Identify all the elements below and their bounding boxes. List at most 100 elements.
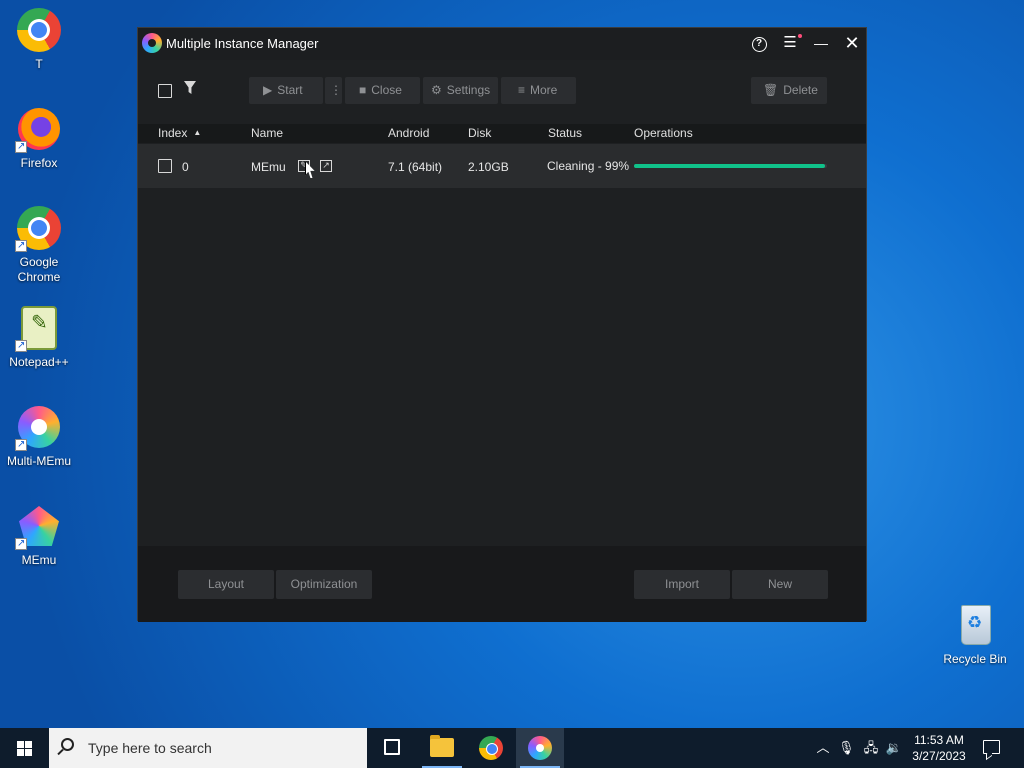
- window-title: Multiple Instance Manager: [166, 36, 319, 51]
- shortcut-arrow-icon: [15, 338, 27, 353]
- desktop-icon-t[interactable]: T: [1, 6, 77, 72]
- folder-icon: [430, 735, 454, 757]
- new-button[interactable]: New: [732, 570, 828, 599]
- row-index: 0: [182, 160, 189, 174]
- delete-label: Delete: [783, 83, 818, 97]
- menu-icon[interactable]: ☰: [776, 28, 804, 58]
- optimization-button[interactable]: Optimization: [276, 570, 372, 599]
- desktop-icon-label: Multi-MEmu: [6, 454, 71, 468]
- taskbar: Type here to search ︿ 🎙 🖧 🔉 11:53 AM 3/2…: [0, 728, 1024, 768]
- open-external-icon[interactable]: ↗: [320, 160, 332, 172]
- row-checkbox[interactable]: [158, 159, 172, 173]
- column-operations: Operations: [634, 126, 693, 140]
- memu-icon: [15, 502, 63, 551]
- stop-icon: ■: [359, 83, 367, 97]
- multi-memu-icon: [528, 736, 552, 760]
- shortcut-arrow-icon: [15, 437, 27, 452]
- taskbar-file-explorer[interactable]: [418, 728, 466, 768]
- multi-memu-icon: [15, 403, 63, 452]
- app-logo-icon: [142, 33, 162, 53]
- footer-bar: Layout Optimization Import New: [138, 546, 866, 622]
- desktop-icon-recycle-bin[interactable]: Recycle Bin: [937, 601, 1013, 667]
- network-icon[interactable]: 🖧: [861, 728, 881, 768]
- help-icon[interactable]: ?: [745, 28, 773, 58]
- more-button[interactable]: ≡ More: [501, 77, 576, 104]
- desktop-icon-memu[interactable]: MEmu: [1, 502, 77, 568]
- start-label: Start: [277, 83, 303, 97]
- clock-date: 3/27/2023: [912, 749, 966, 763]
- column-disk: Disk: [468, 126, 492, 140]
- taskbar-clock[interactable]: 11:53 AM 3/27/2023: [905, 732, 973, 764]
- desktop-icon-label: MEmu: [21, 553, 57, 567]
- multiple-instance-manager-window: Multiple Instance Manager ? ☰ — ✕ ▶ Start…: [137, 27, 867, 622]
- table-row[interactable]: 0 MEmu ✎ ↗ 7.1 (64bit) 2.10GB Cleaning -…: [138, 144, 866, 188]
- desktop-icon-label: Firefox: [20, 156, 58, 170]
- desktop-icon-label: Recycle Bin: [943, 652, 1007, 666]
- column-android: Android: [388, 126, 430, 140]
- recycle-bin-icon: [951, 601, 999, 649]
- layout-button[interactable]: Layout: [178, 570, 274, 599]
- minimize-icon[interactable]: —: [807, 28, 835, 58]
- taskbar-multi-memu[interactable]: [516, 728, 564, 768]
- play-icon: ▶: [263, 83, 273, 97]
- desktop-icon-google-chrome[interactable]: Google Chrome: [1, 204, 77, 285]
- kebab-icon: ⋮: [330, 83, 342, 97]
- row-status: Cleaning - 99%: [547, 159, 630, 173]
- desktop-icon-label: Google Chrome: [17, 255, 61, 284]
- taskbar-search[interactable]: Type here to search: [49, 728, 367, 768]
- shortcut-arrow-icon: [15, 238, 27, 253]
- select-all-checkbox[interactable]: [158, 84, 172, 98]
- more-label: More: [530, 83, 558, 97]
- progress-bar: [634, 164, 827, 168]
- windows-logo-icon: [17, 741, 24, 748]
- title-bar[interactable]: Multiple Instance Manager ? ☰ — ✕: [138, 28, 866, 60]
- row-android: 7.1 (64bit): [388, 160, 443, 174]
- desktop-icon-firefox[interactable]: Firefox: [1, 105, 77, 171]
- taskbar-chrome[interactable]: [467, 728, 515, 768]
- chrome-icon: [479, 736, 503, 760]
- row-name: MEmu: [251, 160, 286, 174]
- close-label: Close: [371, 83, 402, 97]
- settings-label: Settings: [446, 83, 491, 97]
- gear-icon: ⚙: [431, 83, 442, 97]
- shortcut-arrow-icon: [15, 139, 27, 154]
- search-icon: [61, 738, 74, 751]
- close-instance-button[interactable]: ■ Close: [345, 77, 420, 104]
- task-view-button[interactable]: [368, 728, 416, 768]
- import-button[interactable]: Import: [634, 570, 730, 599]
- start-menu-button[interactable]: [0, 728, 48, 768]
- close-window-icon[interactable]: ✕: [838, 28, 866, 58]
- task-view-icon: [384, 739, 400, 755]
- clock-time: 11:53 AM: [914, 733, 964, 747]
- filter-icon[interactable]: [184, 81, 196, 94]
- desktop-icon-multi-memu[interactable]: Multi-MEmu: [1, 403, 77, 469]
- list-icon: ≡: [518, 83, 526, 97]
- search-placeholder: Type here to search: [88, 740, 212, 756]
- volume-icon[interactable]: 🔉: [884, 728, 904, 768]
- microphone-icon[interactable]: 🎙: [838, 728, 855, 768]
- notepadpp-icon: [15, 304, 63, 353]
- firefox-icon: [15, 105, 63, 154]
- table-header: Index ▲ Name Android Disk Status Operatio…: [138, 124, 866, 143]
- action-center-icon[interactable]: [983, 740, 1000, 754]
- settings-button[interactable]: ⚙ Settings: [423, 77, 498, 104]
- delete-button[interactable]: 🗑 Delete: [751, 77, 827, 104]
- trash-icon: 🗑: [763, 83, 779, 97]
- start-button[interactable]: ▶ Start: [249, 77, 323, 104]
- notification-dot: [798, 34, 802, 38]
- row-disk: 2.10GB: [468, 160, 509, 174]
- desktop-icon-label: Notepad++: [9, 355, 69, 369]
- desktop-icon-label: T: [35, 57, 43, 71]
- column-status: Status: [548, 126, 583, 140]
- column-name: Name: [251, 126, 284, 140]
- show-hidden-icons-chevron-icon[interactable]: ︿: [814, 728, 832, 768]
- start-options-button[interactable]: ⋮: [325, 77, 342, 104]
- chrome-icon: [15, 204, 63, 253]
- progress-fill: [634, 164, 826, 168]
- column-index[interactable]: Index ▲: [158, 126, 201, 140]
- desktop-icon-notepadpp[interactable]: Notepad++: [1, 304, 77, 370]
- sort-ascending-icon: ▲: [193, 128, 202, 137]
- shortcut-arrow-icon: [15, 536, 27, 551]
- instance-list-empty-area: [138, 188, 866, 546]
- chrome-icon: [15, 6, 63, 54]
